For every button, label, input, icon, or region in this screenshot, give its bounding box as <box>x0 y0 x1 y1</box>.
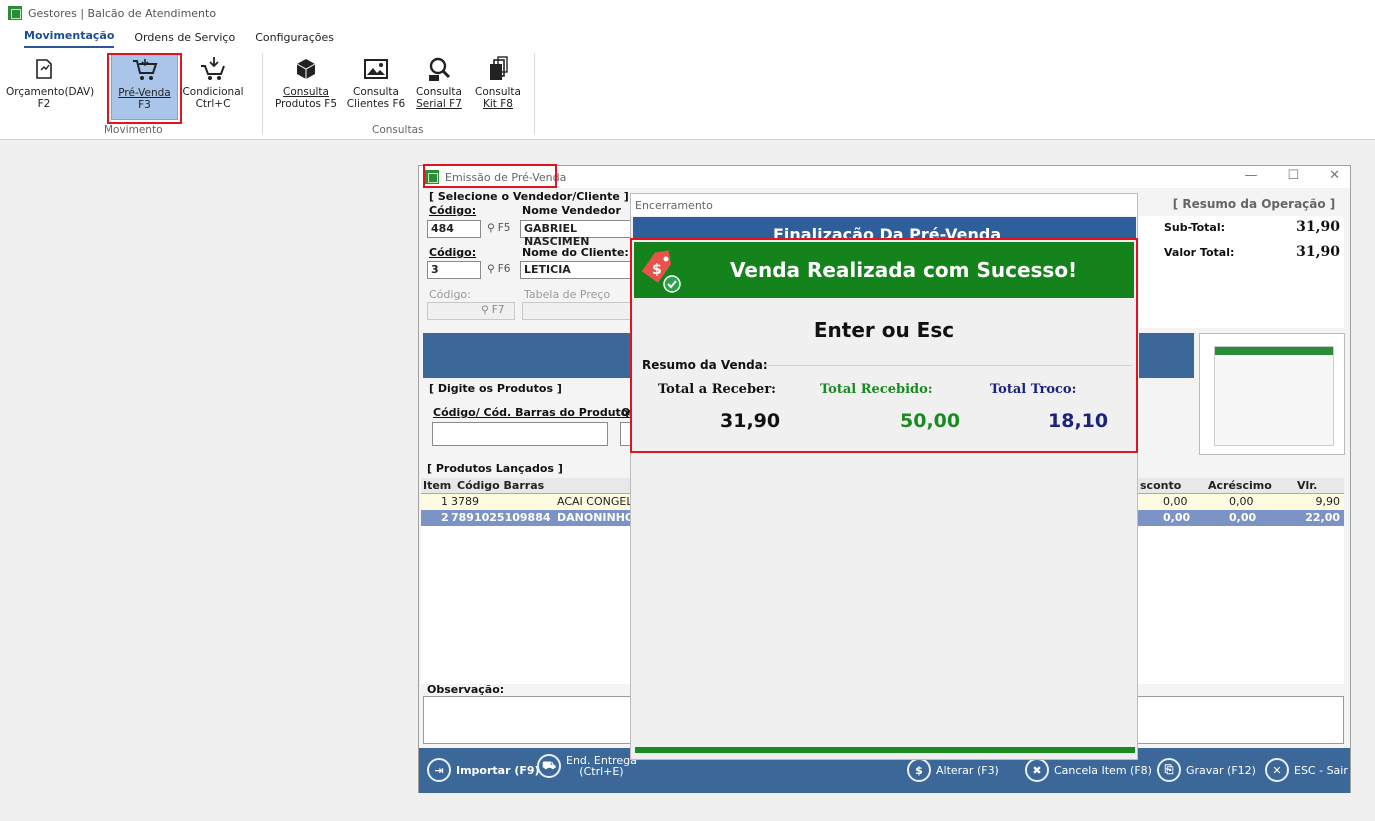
dialog-progress-bar <box>635 747 1135 753</box>
save-icon: ⎘ <box>1157 758 1181 782</box>
section-launched: [ Produtos Lançados ] <box>427 462 563 475</box>
group-label-movimento: Movimento <box>104 124 163 136</box>
box-icon <box>272 54 340 84</box>
subtotal-label: Sub-Total: <box>1164 221 1226 234</box>
subtotal-value: 31,90 <box>1296 219 1340 235</box>
blue-band-left <box>423 333 633 378</box>
window-logo-icon <box>425 170 439 184</box>
condicional-button[interactable]: Condicional Ctrl+C <box>180 54 246 120</box>
consulta-kit-button[interactable]: Consulta Kit F8 <box>470 54 526 120</box>
seller-name-input[interactable]: GABRIEL NASCIMEN <box>520 220 632 248</box>
window-title-bar: Emissão de Pré-Venda — ☐ ✕ <box>419 166 1350 188</box>
summary-title: [ Resumo da Operação ] <box>1172 197 1336 211</box>
app-title: Gestores | Balcão de Atendimento <box>28 6 217 20</box>
close-button[interactable]: ✕ <box>1329 168 1340 183</box>
money-edit-icon: $ <box>907 758 931 782</box>
esc-sair-button[interactable]: ✕ ESC - Sair <box>1265 758 1348 782</box>
observation-label: Observação: <box>427 683 505 696</box>
section-products: [ Digite os Produtos ] <box>429 382 562 395</box>
maximize-button[interactable]: ☐ <box>1287 168 1299 183</box>
resumo-divider <box>762 365 1132 366</box>
ribbon-group-separator <box>534 54 535 134</box>
total-recebido-label: Total Recebido: <box>820 382 933 397</box>
col-desconto[interactable]: sconto <box>1140 479 1181 492</box>
client-code-input[interactable]: 3 <box>427 261 481 279</box>
magnifier-icon <box>411 54 467 84</box>
alterar-button[interactable]: $ Alterar (F3) <box>907 758 999 782</box>
ribbon-tabs: Movimentação Ordens de Serviço Configura… <box>0 26 1375 48</box>
client-name-input[interactable]: LETICIA <box>520 261 632 279</box>
window-title: Emissão de Pré-Venda <box>445 170 567 184</box>
price-tag-check-icon: $ <box>638 248 684 294</box>
col-acrescimo[interactable]: Acréscimo <box>1208 479 1272 492</box>
quote-icon <box>6 54 82 84</box>
price-search-button: ⚲ F7 <box>481 304 505 316</box>
seller-search-button[interactable]: ⚲ F5 <box>487 222 510 234</box>
col-item[interactable]: Item <box>423 479 451 492</box>
consulta-clientes-button[interactable]: Consulta Clientes F6 <box>344 54 408 120</box>
sale-success-panel: $ Venda Realizada com Sucesso! Enter ou … <box>630 238 1138 453</box>
ribbon: Orçamento(DAV) F2 Pré-Venda F3 Condicion… <box>0 48 1375 140</box>
price-table-input <box>522 302 632 320</box>
tab-configuracoes[interactable]: Configurações <box>255 31 334 48</box>
dialog-title: Encerramento <box>631 194 1137 216</box>
total-value: 31,90 <box>1296 244 1340 260</box>
client-name-label: Nome do Cliente: <box>522 246 629 259</box>
summary-panel: Sub-Total: 31,90 Valor Total: 31,90 <box>1139 216 1344 328</box>
ribbon-group-separator <box>262 54 263 134</box>
user-search-icon: ⚲ <box>481 304 489 316</box>
group-label-consultas: Consultas <box>372 124 424 136</box>
total-receber-label: Total a Receber: <box>658 382 776 397</box>
tab-ordens-servico[interactable]: Ordens de Serviço <box>134 31 235 48</box>
app-logo-icon <box>8 6 22 20</box>
seller-code-input[interactable]: 484 <box>427 220 481 238</box>
orcamento-button[interactable]: Orçamento(DAV) F2 <box>6 54 94 120</box>
product-preview-thumbnail <box>1199 333 1345 455</box>
cart-down-icon <box>180 54 246 84</box>
section-seller-client: [ Selecione o Vendedor/Cliente ] <box>429 190 629 203</box>
exit-icon: ✕ <box>1265 758 1289 782</box>
col-barcode[interactable]: Código Barras <box>457 479 544 492</box>
consulta-serial-button[interactable]: Consulta Serial F7 <box>411 54 467 120</box>
cancel-icon: ✖ <box>1025 758 1049 782</box>
success-heading: Venda Realizada com Sucesso! <box>730 258 1078 282</box>
consulta-produtos-button[interactable]: Consulta Produtos F5 <box>272 54 340 120</box>
blue-band-right <box>1139 333 1194 378</box>
total-troco-label: Total Troco: <box>990 382 1077 397</box>
truck-icon: ⛟ <box>537 754 561 778</box>
resumo-venda-label: Resumo da Venda: <box>642 358 768 372</box>
barcode-input[interactable] <box>432 422 608 446</box>
cart-icon <box>112 55 177 85</box>
cancela-item-button[interactable]: ✖ Cancela Item (F8) <box>1025 758 1152 782</box>
total-recebido-value: 50,00 <box>900 410 961 432</box>
enter-esc-hint: Enter ou Esc <box>813 318 955 342</box>
svg-text:$: $ <box>652 262 662 278</box>
total-label: Valor Total: <box>1164 246 1235 259</box>
stack-icon <box>470 54 526 84</box>
dialog-header: Finalização Da Pré-Venda <box>633 217 1136 239</box>
minimize-button[interactable]: — <box>1244 168 1257 183</box>
gravar-button[interactable]: ⎘ Gravar (F12) <box>1157 758 1256 782</box>
total-troco-value: 18,10 <box>1048 410 1109 432</box>
image-icon <box>344 54 408 84</box>
pre-venda-button[interactable]: Pré-Venda F3 <box>111 54 178 120</box>
importar-button[interactable]: ⇥ Importar (F9) <box>427 758 540 782</box>
total-receber-value: 31,90 <box>720 410 781 432</box>
app-title-bar: Gestores | Balcão de Atendimento <box>0 0 1375 26</box>
user-search-icon: ⚲ <box>487 222 495 234</box>
import-icon: ⇥ <box>427 758 451 782</box>
seller-code-label: Código: <box>429 204 477 217</box>
tab-movimentacao[interactable]: Movimentação <box>24 29 115 48</box>
price-code-label: Código: <box>429 288 471 301</box>
user-search-icon: ⚲ <box>487 263 495 275</box>
barcode-label: Código/ Cód. Barras do Produto: <box>433 406 633 419</box>
end-entrega-button[interactable]: ⛟ End. Entrega (Ctrl+E) <box>537 754 637 778</box>
client-search-button[interactable]: ⚲ F6 <box>487 263 510 275</box>
seller-name-label: Nome Vendedor <box>522 204 621 217</box>
price-table-label: Tabela de Preço <box>524 288 611 301</box>
client-code-label: Código: <box>429 246 477 259</box>
success-header: $ Venda Realizada com Sucesso! <box>634 242 1134 298</box>
qty-label: Q <box>621 406 631 419</box>
